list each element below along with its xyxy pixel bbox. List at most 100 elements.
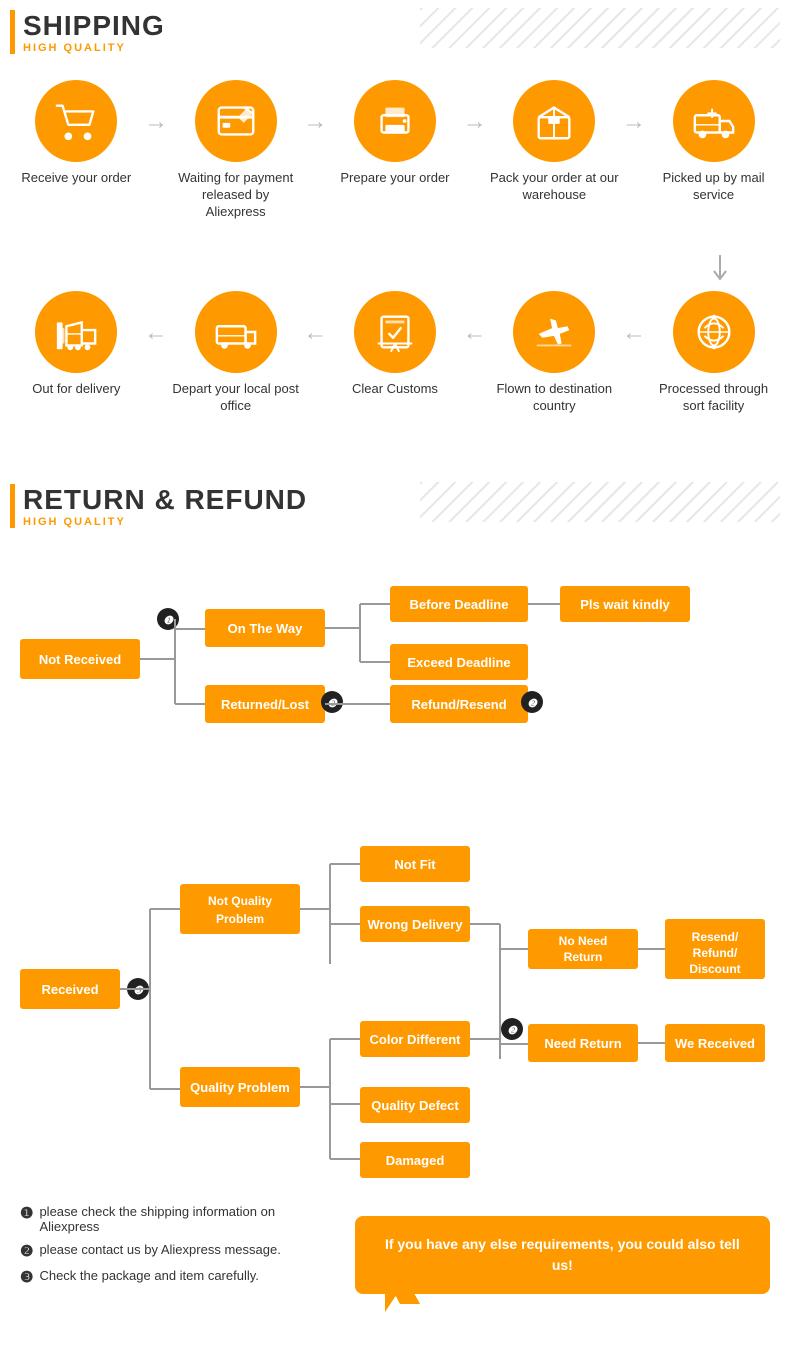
sort-icon: [691, 309, 737, 355]
badge-2: ❷: [20, 1242, 33, 1260]
svg-text:Returned/Lost: Returned/Lost: [221, 697, 310, 712]
truck-icon: [691, 98, 737, 144]
svg-text:Wrong Delivery: Wrong Delivery: [367, 917, 463, 932]
flow-item-depart: Depart your local post office: [171, 291, 301, 415]
svg-text:Problem: Problem: [216, 912, 264, 926]
box-icon: [531, 98, 577, 144]
print-icon: [372, 98, 418, 144]
svg-text:Not Fit: Not Fit: [394, 857, 436, 872]
svg-text:Exceed Deadline: Exceed Deadline: [407, 655, 510, 670]
flow-item-pickup: Picked up by mail service: [649, 80, 779, 204]
cart-icon: [53, 98, 99, 144]
circle-sort: [673, 291, 755, 373]
circle-payment: [195, 80, 277, 162]
payment-icon: [213, 98, 259, 144]
return-title: RETURN & REFUND: [23, 484, 307, 516]
svg-text:Not Quality: Not Quality: [208, 894, 272, 908]
shipping-subtitle: HIGH QUALITY: [23, 42, 165, 54]
label-receive: Receive your order: [21, 170, 131, 187]
flow-item-flown: Flown to destination country: [489, 291, 619, 415]
label-sort: Processed through sort facility: [649, 381, 779, 415]
flow-item-prepare: Prepare your order: [330, 80, 460, 187]
svg-text:Quality Problem: Quality Problem: [190, 1080, 290, 1095]
flowchart1-svg: Not Received ❶ On The Way Before Dead: [20, 554, 770, 784]
arrow-1: [144, 108, 168, 136]
label-flown: Flown to destination country: [489, 381, 619, 415]
label-pickup: Picked up by mail service: [649, 170, 779, 204]
speech-bubble-wrapper: If you have any else requirements, you c…: [355, 1216, 770, 1294]
header-bar: [10, 10, 15, 54]
svg-text:❶: ❶: [163, 615, 174, 627]
note-1: ❶ please check the shipping information …: [20, 1204, 335, 1234]
svg-text:Refund/: Refund/: [693, 946, 738, 960]
flow-item-customs: Clear Customs: [330, 291, 460, 398]
label-outdelivery: Out for delivery: [32, 381, 120, 398]
arrow-6: [303, 319, 327, 347]
svg-text:Color Different: Color Different: [370, 1032, 462, 1047]
delivery-icon: [53, 309, 99, 355]
van-icon: [213, 309, 259, 355]
svg-text:Return: Return: [564, 950, 603, 964]
label-payment: Waiting for payment released by Aliexpre…: [171, 170, 301, 221]
circle-flown: [513, 291, 595, 373]
circle-pack: [513, 80, 595, 162]
svg-text:Pls wait kindly: Pls wait kindly: [580, 597, 670, 612]
flow-item-receive: Receive your order: [11, 80, 141, 187]
header-text: SHIPPING HIGH QUALITY: [23, 10, 165, 54]
return-header-text: RETURN & REFUND HIGH QUALITY: [23, 484, 307, 528]
flow-row-1: Receive your order Waiting for payment r…: [10, 70, 780, 231]
svg-text:Not Received: Not Received: [39, 652, 121, 667]
down-arrow-icon: [708, 255, 732, 285]
notes-section: ❶ please check the shipping information …: [0, 1204, 790, 1314]
arrow-4: [622, 108, 646, 136]
arrow-7: [463, 319, 487, 347]
svg-text:Need Return: Need Return: [544, 1036, 621, 1051]
svg-text:Received: Received: [41, 982, 98, 997]
svg-text:❷: ❷: [507, 1025, 518, 1037]
circle-receive: [35, 80, 117, 162]
note-3: ❸ Check the package and item carefully.: [20, 1268, 335, 1286]
flow-item-sort: Processed through sort facility: [649, 291, 779, 415]
hatch-pattern-2: [420, 482, 780, 522]
label-customs: Clear Customs: [352, 381, 438, 398]
svg-text:No Need: No Need: [559, 934, 608, 948]
svg-text:❷: ❷: [527, 698, 538, 710]
badge-3: ❸: [20, 1268, 33, 1286]
svg-text:Quality Defect: Quality Defect: [371, 1098, 459, 1113]
arrow-2: [303, 108, 327, 136]
page-wrapper: SHIPPING HIGH QUALITY: [0, 0, 790, 1314]
return-header-bar: [10, 484, 15, 528]
down-arrow-container: [10, 227, 780, 285]
hatch-pattern: [420, 8, 780, 48]
label-pack: Pack your order at our warehouse: [489, 170, 619, 204]
label-prepare: Prepare your order: [340, 170, 449, 187]
return-subtitle: HIGH QUALITY: [23, 516, 307, 528]
circle-customs: [354, 291, 436, 373]
circle-depart: [195, 291, 277, 373]
svg-text:Refund/Resend: Refund/Resend: [411, 697, 506, 712]
shipping-flow: Receive your order Waiting for payment r…: [0, 60, 790, 454]
arrow-3: [463, 108, 487, 136]
flowchart2-container: Received ❸ Not Quality Problem Quality P…: [0, 799, 790, 1204]
down-arrow: [708, 255, 732, 285]
flow-row-2: Out for delivery Depart your local post …: [10, 281, 780, 425]
shipping-header: SHIPPING HIGH QUALITY: [0, 0, 790, 60]
svg-text:❸: ❸: [133, 985, 144, 997]
note-2: ❷ please contact us by Aliexpress messag…: [20, 1242, 335, 1260]
speech-bubble: If you have any else requirements, you c…: [355, 1216, 770, 1294]
svg-text:Before Deadline: Before Deadline: [410, 597, 509, 612]
circle-pickup: [673, 80, 755, 162]
shipping-title: SHIPPING: [23, 10, 165, 42]
badge-1: ❶: [20, 1204, 33, 1222]
svg-text:On The Way: On The Way: [228, 621, 303, 636]
circle-prepare: [354, 80, 436, 162]
arrow-8: [622, 319, 646, 347]
svg-text:Discount: Discount: [689, 962, 740, 976]
flow-item-payment: Waiting for payment released by Aliexpre…: [171, 80, 301, 221]
flow-item-outdelivery: Out for delivery: [11, 291, 141, 398]
plane-icon: [531, 309, 577, 355]
svg-text:Resend/: Resend/: [692, 930, 739, 944]
return-header: RETURN & REFUND HIGH QUALITY: [0, 474, 790, 534]
arrow-5: [144, 319, 168, 347]
notes-list: ❶ please check the shipping information …: [20, 1204, 335, 1294]
